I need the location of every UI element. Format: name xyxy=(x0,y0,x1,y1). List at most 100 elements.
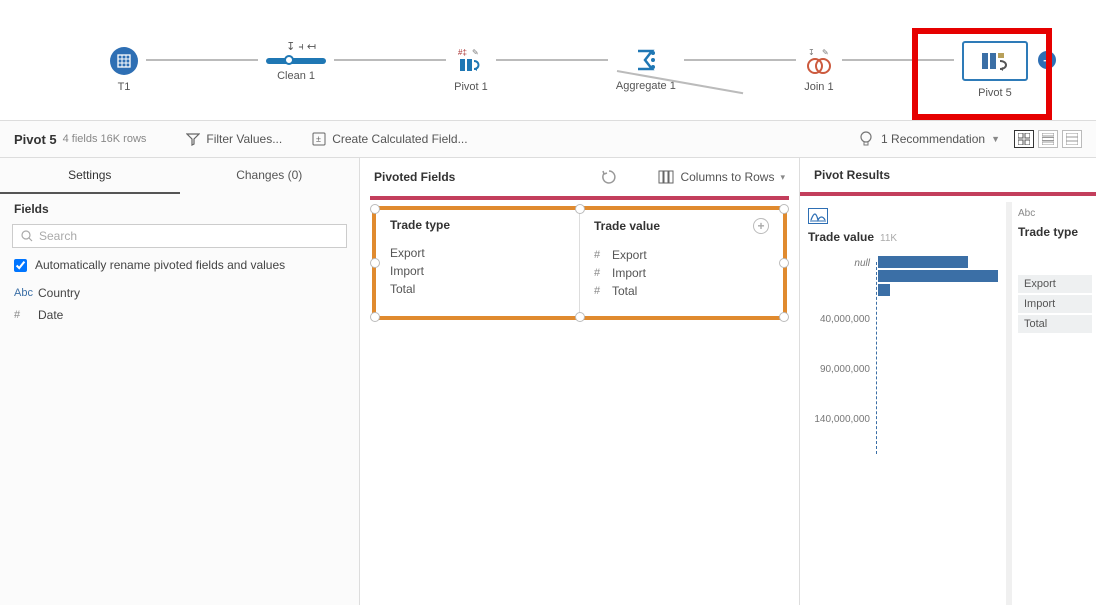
node-label: Pivot 1 xyxy=(454,81,488,93)
distribution-icon[interactable] xyxy=(808,208,828,224)
node-pivot1[interactable]: #‡✎ Pivot 1 xyxy=(454,47,488,93)
resize-handle[interactable] xyxy=(779,258,789,268)
search-icon xyxy=(21,230,33,242)
add-field-button[interactable]: + xyxy=(753,218,769,234)
auto-rename-input[interactable] xyxy=(14,259,27,272)
center-panel: Pivoted Fields Columns to Rows ▾ Trade t… xyxy=(360,158,800,605)
svg-text:±: ± xyxy=(316,134,321,144)
view-toggles xyxy=(1014,130,1082,148)
type-column: Abc Trade type Export Import Total xyxy=(1012,202,1096,605)
chart-name: Trade value xyxy=(808,230,874,244)
axis-line xyxy=(876,262,877,454)
field-type-number-icon: # xyxy=(14,309,38,321)
node-join1[interactable]: ↧✎ Join 1 xyxy=(804,47,834,93)
field-row-date[interactable]: # Date xyxy=(0,304,359,326)
pivot5-box xyxy=(962,41,1028,81)
auto-rename-label: Automatically rename pivoted fields and … xyxy=(35,258,285,272)
node-label: Aggregate 1 xyxy=(616,80,676,92)
auto-rename-checkbox[interactable]: Automatically rename pivoted fields and … xyxy=(0,258,359,282)
list-item[interactable]: Total xyxy=(390,280,565,298)
columns-to-rows-dropdown[interactable]: Columns to Rows ▾ xyxy=(658,170,785,184)
flow-connector xyxy=(146,59,258,61)
field-name: Country xyxy=(38,286,80,300)
list-item[interactable]: #Export xyxy=(594,246,769,264)
histogram-bar xyxy=(878,270,998,282)
resize-handle[interactable] xyxy=(575,312,585,322)
pivoted-fields-title: Pivoted Fields xyxy=(374,170,455,184)
list-item[interactable]: #Total xyxy=(594,282,769,300)
list-item[interactable]: #Import xyxy=(594,264,769,282)
accent-bar xyxy=(370,196,789,200)
filter-values-button[interactable]: Filter Values... xyxy=(186,132,282,146)
view-list-icon[interactable] xyxy=(1038,130,1058,148)
svg-text:✎: ✎ xyxy=(472,48,479,57)
histogram-bar xyxy=(878,284,890,296)
pivot-selection-frame[interactable]: Trade type Export Import Total Trade val… xyxy=(372,206,787,320)
field-row-country[interactable]: Abc Country xyxy=(0,282,359,304)
search-input[interactable]: Search xyxy=(12,224,347,248)
search-placeholder: Search xyxy=(39,229,77,243)
view-grid-icon[interactable] xyxy=(1014,130,1034,148)
number-icon: # xyxy=(594,267,612,279)
step-meta: 4 fields 16K rows xyxy=(63,133,147,145)
view-table-icon[interactable] xyxy=(1062,130,1082,148)
pivot-icon: #‡✎ xyxy=(458,47,484,75)
node-t1[interactable]: T1 xyxy=(110,47,138,93)
step-toolbar: Pivot 5 4 fields 16K rows Filter Values.… xyxy=(0,120,1096,158)
svg-text:↧: ↧ xyxy=(808,48,815,57)
flow-connector xyxy=(496,59,608,61)
left-panel: Settings Changes (0) Fields Search Autom… xyxy=(0,158,360,605)
list-item[interactable]: Export xyxy=(390,244,565,262)
chart-column: Trade value 11K null 40,000,000 90,000,0… xyxy=(800,202,1012,605)
calc-icon: ± xyxy=(312,132,326,146)
histogram-bar xyxy=(878,256,968,268)
recommendation-menu[interactable]: 1 Recommendation ▼ xyxy=(859,131,1000,147)
step-name: Pivot 5 xyxy=(14,132,57,147)
list-item[interactable]: Import xyxy=(1018,295,1092,313)
node-clean1[interactable]: ↧ ⫞ ↤ Clean 1 xyxy=(266,58,326,82)
join-icon: ↧✎ xyxy=(804,47,834,75)
pivot-box: Trade type Export Import Total Trade val… xyxy=(372,206,787,320)
fields-header: Fields xyxy=(0,194,359,220)
create-calc-label: Create Calculated Field... xyxy=(332,132,467,146)
list-item[interactable]: Total xyxy=(1018,315,1092,333)
number-icon: # xyxy=(594,285,612,297)
col-header: Trade value xyxy=(594,219,660,233)
tab-changes[interactable]: Changes (0) xyxy=(180,158,360,194)
resize-handle[interactable] xyxy=(575,204,585,214)
axis-tick: 90,000,000 xyxy=(820,364,870,375)
resize-handle[interactable] xyxy=(370,204,380,214)
chart-count: 11K xyxy=(880,233,897,244)
aggregate-icon xyxy=(635,48,657,74)
type-list: Export Import Total xyxy=(1018,275,1092,333)
axis-tick: 140,000,000 xyxy=(814,414,870,425)
histogram: null 40,000,000 90,000,000 140,000,000 xyxy=(808,254,998,454)
flow-connector xyxy=(684,59,796,61)
list-item[interactable]: Export xyxy=(1018,275,1092,293)
resize-handle[interactable] xyxy=(779,204,789,214)
resize-handle[interactable] xyxy=(779,312,789,322)
node-label: Clean 1 xyxy=(277,70,315,82)
field-type-abc-icon: Abc xyxy=(14,287,38,299)
cols-rows-label: Columns to Rows xyxy=(680,170,774,184)
node-aggregate1[interactable]: Aggregate 1 xyxy=(616,48,676,92)
create-calc-button[interactable]: ± Create Calculated Field... xyxy=(312,132,467,146)
abc-icon: Abc xyxy=(1018,208,1092,219)
tab-settings[interactable]: Settings xyxy=(0,158,180,194)
node-label: Join 1 xyxy=(804,81,833,93)
pivot-col-trade-type: Trade type Export Import Total xyxy=(376,210,579,316)
node-pivot5[interactable]: Pivot 5 xyxy=(962,41,1028,99)
svg-text:✎: ✎ xyxy=(822,48,829,57)
resize-handle[interactable] xyxy=(370,312,380,322)
axis-label-null: null xyxy=(854,258,870,269)
pivot-col-trade-value: Trade value + #Export #Import #Total xyxy=(579,210,783,316)
clean-icon: ↧ ⫞ ↤ xyxy=(266,58,326,64)
refresh-icon[interactable] xyxy=(600,168,618,186)
resize-handle[interactable] xyxy=(370,258,380,268)
main-content: Settings Changes (0) Fields Search Autom… xyxy=(0,158,1096,605)
list-item[interactable]: Import xyxy=(390,262,565,280)
add-step-button[interactable]: + xyxy=(1038,51,1056,69)
filter-values-label: Filter Values... xyxy=(206,132,282,146)
left-tabs: Settings Changes (0) xyxy=(0,158,359,194)
filter-icon xyxy=(186,132,200,146)
